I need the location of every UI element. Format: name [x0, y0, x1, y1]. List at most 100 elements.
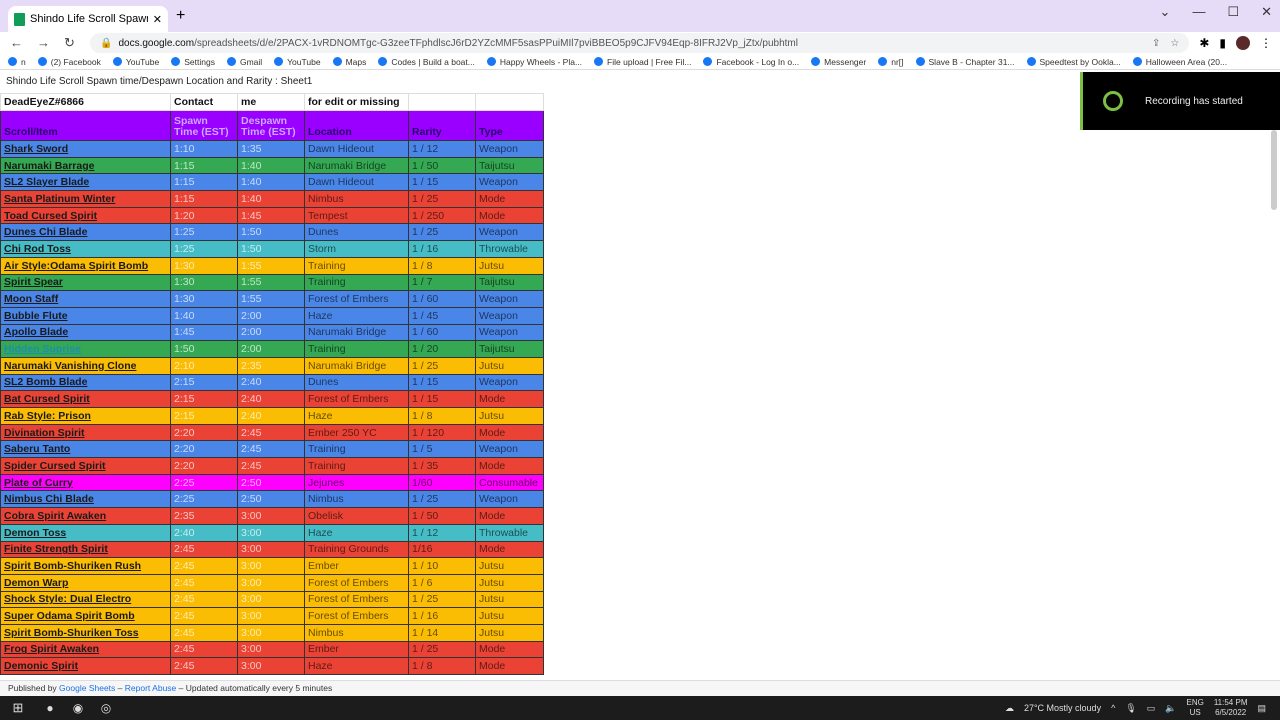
clock[interactable]: 11:54 PM 6/5/2022	[1214, 698, 1248, 718]
minimize-button[interactable]: —	[1192, 4, 1205, 20]
item-name-cell[interactable]: Rab Style: Prison	[0, 407, 171, 425]
scrollbar[interactable]	[1271, 130, 1277, 210]
notifications-icon[interactable]: ▤	[1257, 703, 1266, 714]
weather-icon[interactable]: ☁	[1005, 703, 1014, 714]
bookmark-item[interactable]: Speedtest by Ookla...	[1026, 56, 1121, 67]
star-icon[interactable]: ☆	[1170, 38, 1179, 49]
app-icon[interactable]: ◎	[92, 701, 120, 715]
bookmark-item[interactable]: YouTube	[274, 56, 321, 67]
item-name-cell[interactable]: Shark Sword	[0, 140, 171, 158]
bookmark-icon	[811, 56, 821, 66]
rarity-cell: 1 / 50	[408, 507, 476, 525]
tray-chevron-icon[interactable]: ^	[1111, 703, 1115, 713]
item-name-cell[interactable]: Air Style:Odama Spirit Bomb	[0, 256, 171, 275]
bookmark-item[interactable]: YouTube	[112, 56, 159, 67]
item-name-cell[interactable]: Narumaki Vanishing Clone	[0, 356, 171, 375]
item-name-cell[interactable]: Hidden Suprise	[0, 340, 171, 358]
bookmark-item[interactable]: Halloween Area (20...	[1132, 56, 1227, 67]
maximize-button[interactable]: ☐	[1227, 4, 1239, 20]
volume-icon[interactable]: 🔈	[1165, 703, 1176, 714]
rarity-cell: 1 / 7	[408, 273, 476, 292]
cell[interactable]	[408, 93, 476, 111]
bookmark-item[interactable]: Messenger	[811, 56, 866, 67]
item-name-cell[interactable]: Demonic Spirit	[0, 657, 171, 675]
item-name-cell[interactable]: Apollo Blade	[0, 323, 171, 342]
cell[interactable]	[475, 93, 544, 111]
reload-icon[interactable]: ↻	[64, 35, 75, 51]
menu-icon[interactable]: ⋮	[1260, 36, 1272, 50]
table-row: Air Style:Odama Spirit Bomb 1:30 1:55 Train…	[0, 256, 544, 275]
item-name-cell[interactable]: Spirit Bomb-Shuriken Rush	[0, 557, 171, 575]
cell[interactable]: DeadEyeZ#6866	[0, 93, 171, 111]
microphone-icon[interactable]: 🎙	[1125, 703, 1136, 714]
bookmark-item[interactable]: Codes | Build a boat...	[378, 56, 475, 67]
bookmark-item[interactable]: nr[]	[878, 56, 904, 67]
back-icon[interactable]: ←	[10, 35, 23, 51]
item-name-cell[interactable]: Spirit Spear	[0, 273, 171, 292]
bookmark-item[interactable]: Settings	[171, 56, 215, 67]
bookmark-item[interactable]: Gmail	[226, 56, 262, 67]
share-icon[interactable]: ⇪	[1152, 38, 1160, 49]
item-name-cell[interactable]: Frog Spirit Awaken	[0, 640, 171, 659]
table-row: Demon Toss 2:40 3:00 Haze 1 / 12 Throwable	[0, 523, 544, 542]
close-window-button[interactable]: ✕	[1261, 4, 1272, 20]
item-name-cell[interactable]: Dunes Chi Blade	[0, 223, 171, 242]
profile-avatar[interactable]	[1236, 36, 1250, 50]
item-name-cell[interactable]: Spider Cursed Spirit	[0, 457, 171, 475]
language-indicator[interactable]: ENG US	[1186, 698, 1203, 718]
item-name-cell[interactable]: Super Odama Spirit Bomb	[0, 607, 171, 625]
bookmark-item[interactable]: File upload | Free Fil...	[594, 56, 691, 67]
network-icon[interactable]: ▭	[1147, 703, 1156, 714]
close-tab-icon[interactable]: ✕	[153, 13, 162, 26]
item-name-cell[interactable]: Plate of Curry	[0, 473, 171, 492]
item-name-cell[interactable]: Demon Toss	[0, 523, 171, 542]
item-name-cell[interactable]: Santa Platinum Winter	[0, 190, 171, 208]
item-name-cell[interactable]: Narumaki Barrage	[0, 156, 171, 175]
item-name-cell[interactable]: Bubble Flute	[0, 306, 171, 325]
item-name-cell[interactable]: Divination Spirit	[0, 423, 171, 442]
windows-start-icon[interactable]: ⊞	[0, 700, 36, 716]
item-name-cell[interactable]: SL2 Slayer Blade	[0, 173, 171, 192]
rarity-cell: 1 / 20	[408, 340, 476, 358]
item-name-cell[interactable]: Shock Style: Dual Electro	[0, 590, 171, 609]
cell[interactable]: Contact	[170, 93, 238, 111]
bookmark-item[interactable]: Facebook - Log In o...	[703, 56, 799, 67]
bookmark-item[interactable]: Maps	[332, 56, 366, 67]
rarity-cell: 1 / 25	[408, 223, 476, 242]
extensions-icon[interactable]: ✱	[1199, 36, 1209, 50]
tab-search-icon[interactable]: ⌄	[1160, 4, 1171, 20]
bookmark-item[interactable]: n	[8, 56, 26, 67]
type-cell: Weapon	[475, 173, 544, 192]
item-name-cell[interactable]: Cobra Spirit Awaken	[0, 507, 171, 525]
item-name-cell[interactable]: Finite Strength Spirit	[0, 540, 171, 559]
cell[interactable]: for edit or missing	[304, 93, 409, 111]
item-name-cell[interactable]: Bat Cursed Spirit	[0, 390, 171, 408]
date-text: 6/5/2022	[1215, 708, 1247, 717]
side-panel-icon[interactable]: ▮	[1219, 36, 1226, 50]
item-name-cell[interactable]: Demon Warp	[0, 573, 171, 592]
location-cell: Narumaki Bridge	[304, 156, 409, 175]
report-abuse-link[interactable]: Report Abuse	[125, 683, 177, 693]
app-icon[interactable]: ●	[36, 701, 64, 715]
type-cell: Throwable	[475, 523, 544, 542]
bookmark-item[interactable]: (2) Facebook	[37, 56, 101, 67]
forward-icon[interactable]: →	[37, 35, 50, 51]
item-name-cell[interactable]: SL2 Bomb Blade	[0, 373, 171, 392]
item-name-cell[interactable]: Moon Staff	[0, 290, 171, 308]
url-input[interactable]: 🔒 docs.google.com/spreadsheets/d/e/2PACX…	[90, 33, 1190, 53]
item-name-cell[interactable]: Toad Cursed Spirit	[0, 206, 171, 225]
table-row: Spirit Bomb-Shuriken Toss 2:45 3:00 Nimbus 1…	[0, 623, 544, 642]
weather-text[interactable]: 27°C Mostly cloudy	[1024, 703, 1101, 713]
google-sheets-link[interactable]: Google Sheets	[59, 683, 115, 693]
browser-tab[interactable]: Shindo Life Scroll Spawn time/De ✕	[8, 6, 168, 32]
bookmark-item[interactable]: Slave B - Chapter 31...	[915, 56, 1015, 67]
item-name-cell[interactable]: Spirit Bomb-Shuriken Toss	[0, 623, 171, 642]
item-name-cell[interactable]: Saberu Tanto	[0, 440, 171, 459]
bookmark-item[interactable]: Happy Wheels - Pla...	[486, 56, 582, 67]
cell[interactable]: me	[237, 93, 305, 111]
new-tab-button[interactable]: +	[176, 7, 185, 25]
chrome-icon[interactable]: ◉	[64, 701, 92, 715]
item-name-cell[interactable]: Chi Rod Toss	[0, 240, 171, 258]
spawn-time-cell: 2:45	[170, 607, 238, 625]
item-name-cell[interactable]: Nimbus Chi Blade	[0, 490, 171, 509]
